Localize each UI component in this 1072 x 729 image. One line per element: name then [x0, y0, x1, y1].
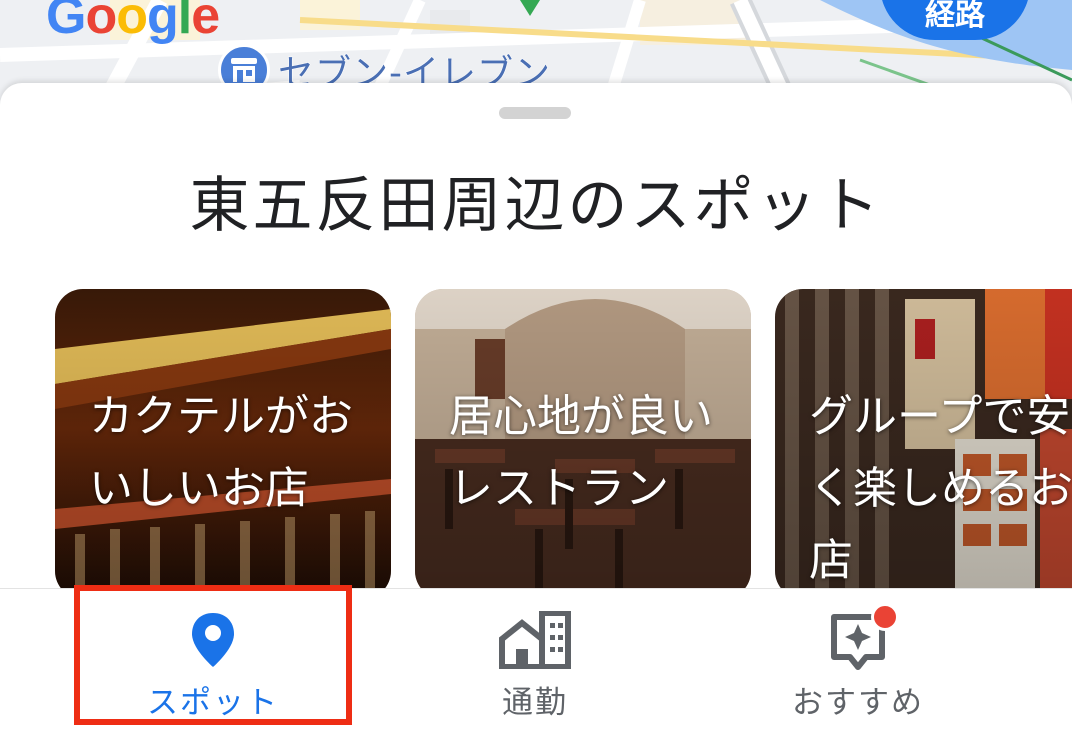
- bottom-navigation: スポット 通勤 おすすめ: [0, 585, 1072, 729]
- nav-tab-label: おすすめ: [792, 685, 924, 721]
- nav-tab-commute[interactable]: 通勤: [400, 589, 670, 729]
- sheet-title: 東五反田周辺のスポット: [189, 171, 883, 241]
- google-logo: Google: [46, 0, 220, 46]
- logo-letter-g: G: [46, 0, 86, 45]
- highlight-annotation-box: [74, 585, 352, 725]
- logo-letter-o2: o: [116, 0, 148, 45]
- commute-building-icon: [499, 611, 571, 669]
- spot-card-label: 居心地が良いレストラン: [449, 391, 713, 514]
- logo-letter-e: e: [191, 0, 220, 45]
- logo-letter-l: l: [177, 0, 192, 45]
- notification-dot: [871, 603, 899, 631]
- spot-card-cozy-restaurant[interactable]: 居心地が良いレストラン: [415, 289, 751, 599]
- spot-card-label: カクテルがおいしいお店: [89, 391, 353, 514]
- spot-card-cocktail[interactable]: カクテルがおいしいお店: [55, 289, 391, 599]
- nav-tab-recommended[interactable]: おすすめ: [723, 589, 993, 729]
- nav-tab-label: 通勤: [502, 685, 568, 721]
- spots-bottom-sheet: 東五反田周辺のスポット カクテルがおいしいお店 居心地が良いレストラン グループ…: [0, 83, 1072, 643]
- logo-letter-g2: g: [146, 0, 179, 45]
- spot-card-group-budget[interactable]: グループで安く楽しめるお店: [775, 289, 1072, 599]
- drag-handle[interactable]: [499, 107, 571, 119]
- spot-card-carousel[interactable]: カクテルがおいしいお店 居心地が良いレストラン グループで安く楽しめるお店: [55, 289, 1072, 599]
- route-button-label: 経路: [925, 0, 985, 33]
- spot-card-label: グループで安く楽しめるお店: [809, 391, 1072, 586]
- logo-letter-o1: o: [85, 0, 117, 45]
